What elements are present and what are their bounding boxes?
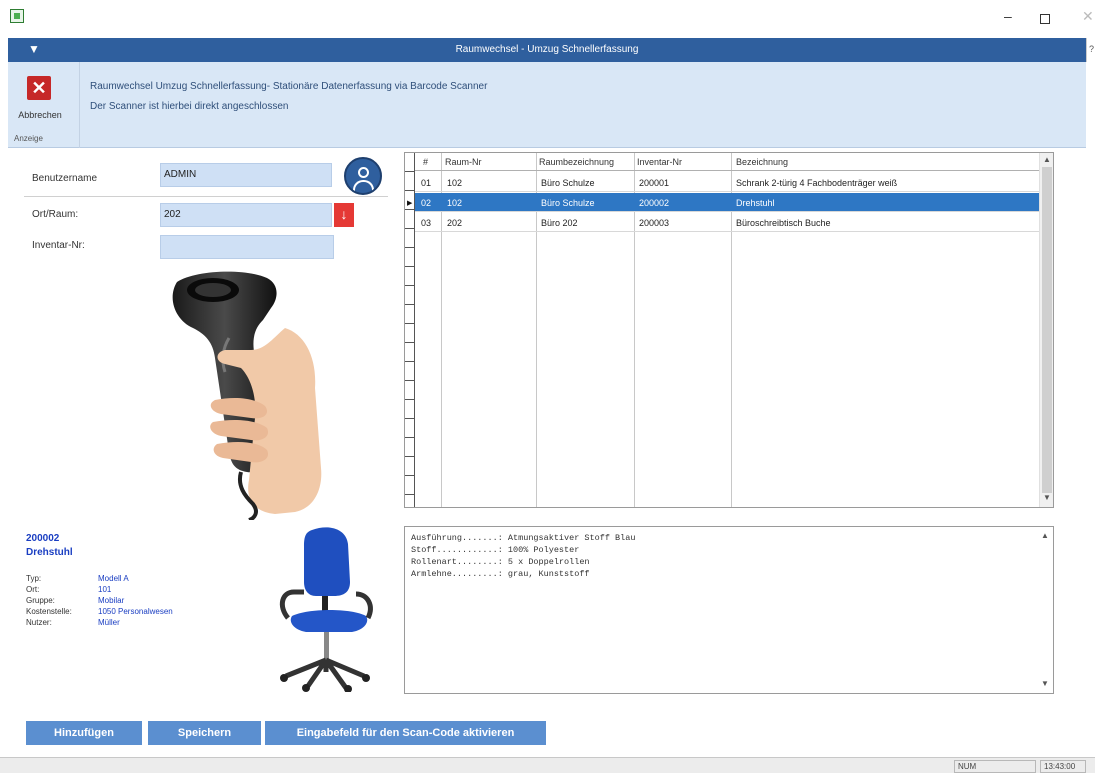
- username-field[interactable]: ADMIN: [160, 163, 332, 187]
- cell-designation: Büroschreibtisch Buche: [736, 218, 831, 228]
- status-time: 13:43:00: [1040, 760, 1086, 773]
- cancel-button[interactable]: ✕ Abbrechen: [14, 74, 72, 128]
- office-chair-image: [279, 527, 373, 692]
- table-row-selected[interactable]: 02 102 Büro Schulze 200002 Drehstuhl: [415, 193, 1039, 212]
- prop-value: 1050 Personalwesen: [98, 607, 173, 616]
- header-room-nr[interactable]: Raum-Nr: [445, 157, 482, 167]
- prop-key: Gruppe:: [26, 596, 55, 605]
- cell-designation: Drehstuhl: [736, 198, 775, 208]
- chevron-down-icon[interactable]: ▼: [1041, 679, 1049, 688]
- item-id: 200002: [26, 533, 60, 544]
- cell-nr: 01: [421, 178, 432, 188]
- prop-key: Ort:: [26, 585, 40, 594]
- room-field[interactable]: 202: [160, 203, 332, 227]
- prop-value: Mobilar: [98, 596, 125, 605]
- item-name: Drehstuhl: [26, 547, 73, 558]
- app-icon: [10, 9, 24, 23]
- ribbon-description-2: Der Scanner ist hierbei direkt angeschlo…: [90, 101, 289, 112]
- inventory-grid: ▶ # Raum-Nr Raumbezeichnung Inventar-Nr …: [404, 152, 1054, 508]
- inventory-field[interactable]: [160, 235, 334, 259]
- cell-inventory: 200001: [639, 178, 670, 188]
- ribbon-description-1: Raumwechsel Umzug Schnellerfassung- Stat…: [90, 81, 488, 92]
- arrow-down-icon[interactable]: ↓: [334, 203, 354, 227]
- close-button[interactable]: ✕: [1082, 8, 1094, 24]
- header-inventory-nr[interactable]: Inventar-Nr: [637, 157, 682, 167]
- cell-designation: Schrank 2-türig 4 Fachbodenträger weiß: [736, 178, 898, 188]
- username-label: Benutzername: [32, 173, 98, 184]
- status-bar: NUM 13:43:00: [0, 757, 1095, 773]
- cell-room: 102: [447, 178, 463, 188]
- ribbon-group-anzeige: ✕ Abbrechen Anzeige: [8, 62, 80, 148]
- cancel-label: Abbrechen: [18, 110, 62, 120]
- cell-room: 102: [447, 198, 463, 208]
- chevron-down-icon[interactable]: ▼: [1043, 493, 1051, 502]
- ribbon: ✕ Abbrechen Anzeige Raumwechsel Umzug Sc…: [8, 62, 1086, 148]
- detail-line: Ausführung.......: Atmungsaktiver Stoff …: [411, 533, 636, 543]
- chevron-up-icon[interactable]: ▲: [1043, 155, 1051, 164]
- title-bar: ▼ Raumwechsel - Umzug Schnellerfassung: [8, 38, 1086, 62]
- window-title: Raumwechsel - Umzug Schnellerfassung: [455, 44, 639, 55]
- prop-key: Kostenstelle:: [26, 607, 72, 616]
- ribbon-group-label: Anzeige: [14, 134, 43, 143]
- header-room-name[interactable]: Raumbezeichnung: [539, 157, 614, 167]
- scroll-thumb[interactable]: [1042, 167, 1052, 493]
- close-x-icon: ✕: [27, 76, 51, 100]
- grid-header: # Raum-Nr Raumbezeichnung Inventar-Nr Be…: [415, 153, 1039, 171]
- barcode-scanner-image: [172, 271, 322, 520]
- activate-scan-field-button[interactable]: Eingabefeld für den Scan-Code aktivieren: [265, 721, 546, 745]
- divider: [24, 196, 388, 197]
- prop-value: Modell A: [98, 574, 129, 583]
- room-label: Ort/Raum:: [32, 209, 79, 220]
- table-row[interactable]: 03 202 Büro 202 200003 Büroschreibtisch …: [415, 213, 1039, 232]
- cell-nr: 03: [421, 218, 432, 228]
- cell-inventory: 200003: [639, 218, 670, 228]
- maximize-button[interactable]: [1040, 14, 1050, 24]
- detail-line: Armlehne.........: grau, Kunststoff: [411, 569, 590, 579]
- header-nr[interactable]: #: [423, 157, 428, 167]
- inventory-label: Inventar-Nr:: [32, 240, 85, 251]
- cell-room: 202: [447, 218, 463, 228]
- cell-room-name: Büro Schulze: [541, 178, 595, 188]
- window-chrome: – ✕: [0, 0, 1095, 38]
- chevron-up-icon[interactable]: ▲: [1041, 531, 1049, 540]
- add-button[interactable]: Hinzufügen: [26, 721, 142, 745]
- detail-textbox[interactable]: Ausführung.......: Atmungsaktiver Stoff …: [404, 526, 1054, 694]
- prop-value: 101: [98, 585, 112, 594]
- cell-inventory: 200002: [639, 198, 670, 208]
- header-designation[interactable]: Bezeichnung: [736, 157, 788, 167]
- prop-value: Müller: [98, 618, 120, 627]
- table-row[interactable]: 01 102 Büro Schulze 200001 Schrank 2-tür…: [415, 173, 1039, 192]
- row-pointer-icon: ▶: [407, 200, 413, 207]
- grid-scrollbar[interactable]: ▲ ▼: [1039, 153, 1053, 507]
- cell-room-name: Büro Schulze: [541, 198, 595, 208]
- status-num-lock: NUM: [954, 760, 1036, 773]
- help-edge[interactable]: ?: [1086, 38, 1095, 62]
- cell-room-name: Büro 202: [541, 218, 578, 228]
- detail-line: Rollenart........: 5 x Doppelrollen: [411, 557, 590, 567]
- user-avatar-icon: [344, 157, 382, 195]
- prop-key: Nutzer:: [26, 618, 52, 627]
- save-button[interactable]: Speichern: [148, 721, 261, 745]
- prop-key: Typ:: [26, 574, 42, 583]
- detail-scrollbar[interactable]: ▲ ▼: [1037, 527, 1053, 693]
- cell-nr: 02: [421, 198, 432, 208]
- detail-line: Stoff............: 100% Polyester: [411, 545, 580, 555]
- minimize-button[interactable]: –: [1004, 8, 1012, 24]
